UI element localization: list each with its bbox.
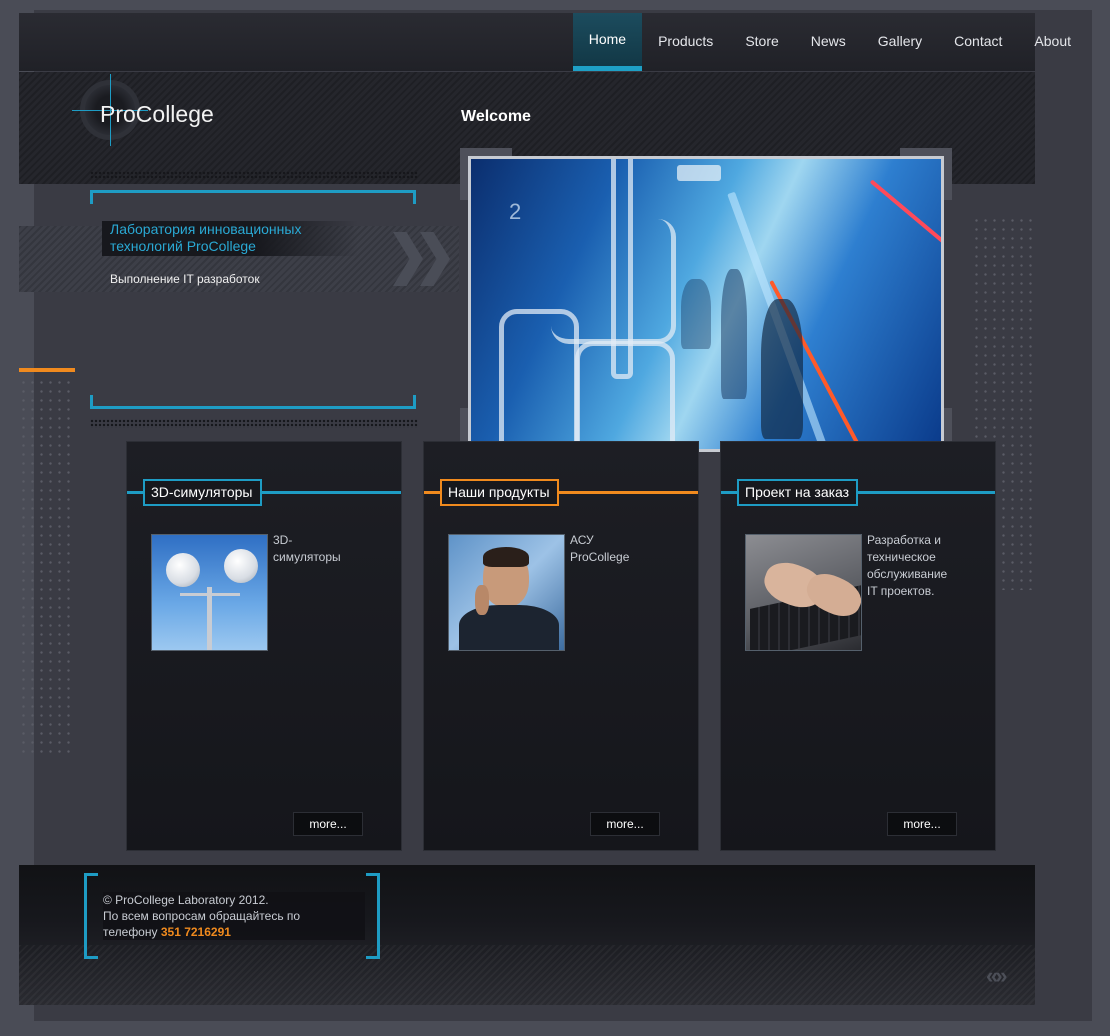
person-silhouette (721, 269, 747, 399)
card-title: Проект на заказ (737, 479, 859, 506)
card-our-products: Наши продукты АСУ ProCollege more... (423, 441, 699, 851)
welcome-heading: Welcome (461, 108, 531, 125)
dot-grid-decoration (19, 378, 75, 758)
lab-title: Лаборатория инновационных технологий Pro… (102, 221, 358, 256)
card-custom-project: Проект на заказ Разработка и техническое… (720, 441, 996, 851)
more-button[interactable]: more... (590, 812, 660, 836)
person-silhouette (761, 299, 803, 439)
pager-arrows-icon[interactable]: «» (986, 963, 1008, 989)
more-button[interactable]: more... (887, 812, 957, 836)
person-hand (475, 585, 489, 615)
light-streak (869, 179, 941, 260)
card-thumbnail[interactable] (745, 534, 862, 651)
nav-about[interactable]: About (1018, 13, 1087, 71)
bracket-top (90, 190, 416, 204)
footer-hatch (19, 945, 1035, 1005)
orange-accent-bar (19, 368, 75, 372)
dots-divider (90, 419, 418, 428)
main-nav: Home Products Store News Gallery Contact… (572, 13, 1087, 71)
card-title: 3D-симуляторы (143, 479, 262, 506)
person-hair (483, 547, 529, 567)
copyright: © ProCollege Laboratory 2012. (103, 893, 269, 907)
card-3d-simulators: 3D-симуляторы 3D- симуляторы more... (126, 441, 402, 851)
card-description: АСУ ProCollege (570, 533, 630, 564)
nav-gallery[interactable]: Gallery (862, 13, 938, 71)
hero-digit: 2 (509, 199, 522, 224)
footer-text: © ProCollege Laboratory 2012. По всем во… (103, 892, 365, 940)
lab-title-line2: технологий ProCollege (110, 238, 256, 254)
lab-subtitle: Выполнение IT разработок (110, 272, 260, 286)
tube-shape (611, 159, 633, 379)
lamp-pole (207, 587, 212, 650)
footer-bracket-right (366, 873, 380, 959)
person-suit (459, 605, 559, 650)
nav-home[interactable]: Home (572, 13, 643, 71)
lab-title-line1: Лаборатория инновационных (110, 221, 302, 237)
phone-number[interactable]: 351 7216291 (161, 925, 231, 939)
lamp-arm (180, 593, 240, 596)
nav-products[interactable]: Products (642, 13, 729, 71)
card-title: Наши продукты (440, 479, 559, 506)
site-logo[interactable]: ProCollege (72, 74, 280, 148)
footer-bracket-left (84, 873, 98, 959)
nav-store[interactable]: Store (729, 13, 794, 71)
dots-divider (90, 171, 418, 180)
card-description: 3D- симуляторы (273, 533, 341, 564)
card-thumbnail[interactable] (151, 534, 268, 651)
more-button[interactable]: more... (293, 812, 363, 836)
hero-sign (677, 165, 721, 181)
hero-image: 2 (468, 156, 944, 452)
lamp-globe (224, 549, 258, 583)
lamp-globe (166, 553, 200, 587)
person-silhouette (681, 279, 711, 349)
phone-line: телефону 351 7216291 (103, 924, 365, 940)
logo-text: ProCollege (100, 101, 214, 127)
contact-line: По всем вопросам обращайтесь по (103, 909, 301, 923)
phone-prefix: телефону (103, 925, 158, 939)
card-description: Разработка и техническое обслуживание IT… (867, 533, 948, 598)
hero-frame: 2 (460, 148, 952, 460)
nav-contact[interactable]: Contact (938, 13, 1018, 71)
bracket-bottom (90, 395, 416, 409)
nav-news[interactable]: News (795, 13, 862, 71)
card-thumbnail[interactable] (448, 534, 565, 651)
